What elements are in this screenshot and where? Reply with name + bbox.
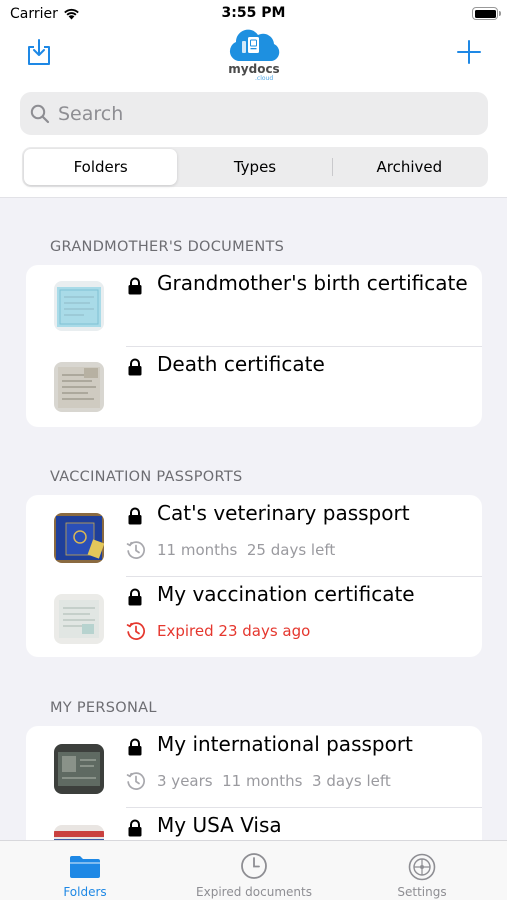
- expiry-text: 3 years 11 months 3 days left: [157, 772, 391, 790]
- add-button[interactable]: [457, 40, 481, 68]
- section-title: VACCINATION PASSPORTS: [50, 469, 243, 485]
- status-bar: Carrier 3:55 PM: [0, 0, 507, 28]
- segment-archived[interactable]: Archived: [333, 149, 486, 185]
- battery-icon: [472, 7, 501, 20]
- certificate-thumbnail-icon: [54, 281, 104, 331]
- folder-card: My international passport 3 years 11 mon…: [26, 726, 482, 840]
- document-title: Grandmother's birth certificate: [157, 271, 468, 295]
- brand-name: mydocs: [228, 62, 280, 76]
- download-tray-icon: [28, 39, 50, 65]
- clock-history-icon: [126, 622, 145, 640]
- document-row[interactable]: My international passport 3 years 11 mon…: [26, 726, 482, 807]
- folder-card: Grandmother's birth certificate Death ce…: [26, 265, 482, 427]
- tab-folders[interactable]: Folders: [40, 841, 130, 900]
- document-title: My USA Visa: [157, 813, 282, 837]
- document-row[interactable]: Death certificate: [26, 346, 482, 427]
- document-row[interactable]: My vaccination certificate Expired 23 da…: [26, 576, 482, 657]
- top-bar: Carrier 3:55 PM mydocs .cloud Search Fol…: [0, 0, 507, 198]
- segment-folders[interactable]: Folders: [24, 149, 178, 185]
- document-thumbnail: [54, 825, 104, 840]
- document-title: My international passport: [157, 732, 413, 756]
- document-thumbnail: [54, 594, 104, 644]
- expiry-text: 11 months 25 days left: [157, 541, 336, 559]
- certificate-thumbnail-icon: [54, 594, 104, 644]
- tab-label: Expired documents: [196, 885, 312, 899]
- clock-history-icon: [126, 541, 145, 559]
- section-title: GRANDMOTHER'S DOCUMENTS: [50, 239, 285, 255]
- clock-icon: [241, 853, 267, 879]
- expiry-text: Expired 23 days ago: [157, 622, 311, 640]
- lock-icon: [128, 277, 142, 295]
- tab-label: Settings: [397, 885, 447, 899]
- search-icon: [30, 104, 50, 123]
- document-row[interactable]: My USA Visa: [26, 807, 482, 840]
- segment-types[interactable]: Types: [178, 149, 331, 185]
- lock-icon: [128, 819, 142, 837]
- tab-settings[interactable]: Settings: [382, 841, 462, 900]
- certificate-thumbnail-icon: [54, 362, 104, 412]
- lock-icon: [128, 358, 142, 376]
- lock-icon: [128, 507, 142, 525]
- segmented-control: Folders Types Archived: [22, 147, 488, 187]
- visa-thumbnail-icon: [54, 825, 104, 840]
- document-thumbnail: [54, 281, 104, 331]
- brand-domain: .cloud: [255, 75, 274, 82]
- document-row[interactable]: Cat's veterinary passport 11 months 25 d…: [26, 495, 482, 576]
- folder-icon: [70, 856, 100, 878]
- passport-thumbnail-icon: [54, 513, 104, 563]
- document-thumbnail: [54, 362, 104, 412]
- lock-icon: [128, 738, 142, 756]
- tab-expired-documents[interactable]: Expired documents: [184, 841, 324, 900]
- clock-history-icon: [126, 772, 145, 790]
- section-title: MY PERSONAL: [50, 700, 157, 716]
- tab-bar: Folders Expired documents Settings: [0, 840, 507, 900]
- search-input[interactable]: [58, 102, 458, 125]
- document-expiry: 11 months 25 days left: [126, 540, 335, 560]
- document-list[interactable]: GRANDMOTHER'S DOCUMENTS Grandmother's bi…: [0, 199, 507, 840]
- tab-label: Folders: [63, 885, 107, 899]
- import-button[interactable]: [26, 38, 52, 70]
- document-expiry: Expired 23 days ago: [126, 621, 310, 641]
- folder-card: Cat's veterinary passport 11 months 25 d…: [26, 495, 482, 657]
- document-expiry: 3 years 11 months 3 days left: [126, 771, 391, 791]
- document-title: Death certificate: [157, 352, 325, 376]
- document-thumbnail: [54, 744, 104, 794]
- document-title: Cat's veterinary passport: [157, 501, 410, 525]
- plus-icon: [457, 40, 481, 64]
- passport-thumbnail-icon: [54, 744, 104, 794]
- cloud-logo-icon: [229, 29, 280, 61]
- status-time: 3:55 PM: [221, 5, 286, 21]
- document-title: My vaccination certificate: [157, 582, 415, 606]
- document-thumbnail: [54, 513, 104, 563]
- settings-icon: [408, 853, 436, 881]
- lock-icon: [128, 588, 142, 606]
- app-logo: mydocs .cloud: [225, 28, 283, 82]
- search-bar[interactable]: [20, 92, 488, 135]
- document-row[interactable]: Grandmother's birth certificate: [26, 265, 482, 346]
